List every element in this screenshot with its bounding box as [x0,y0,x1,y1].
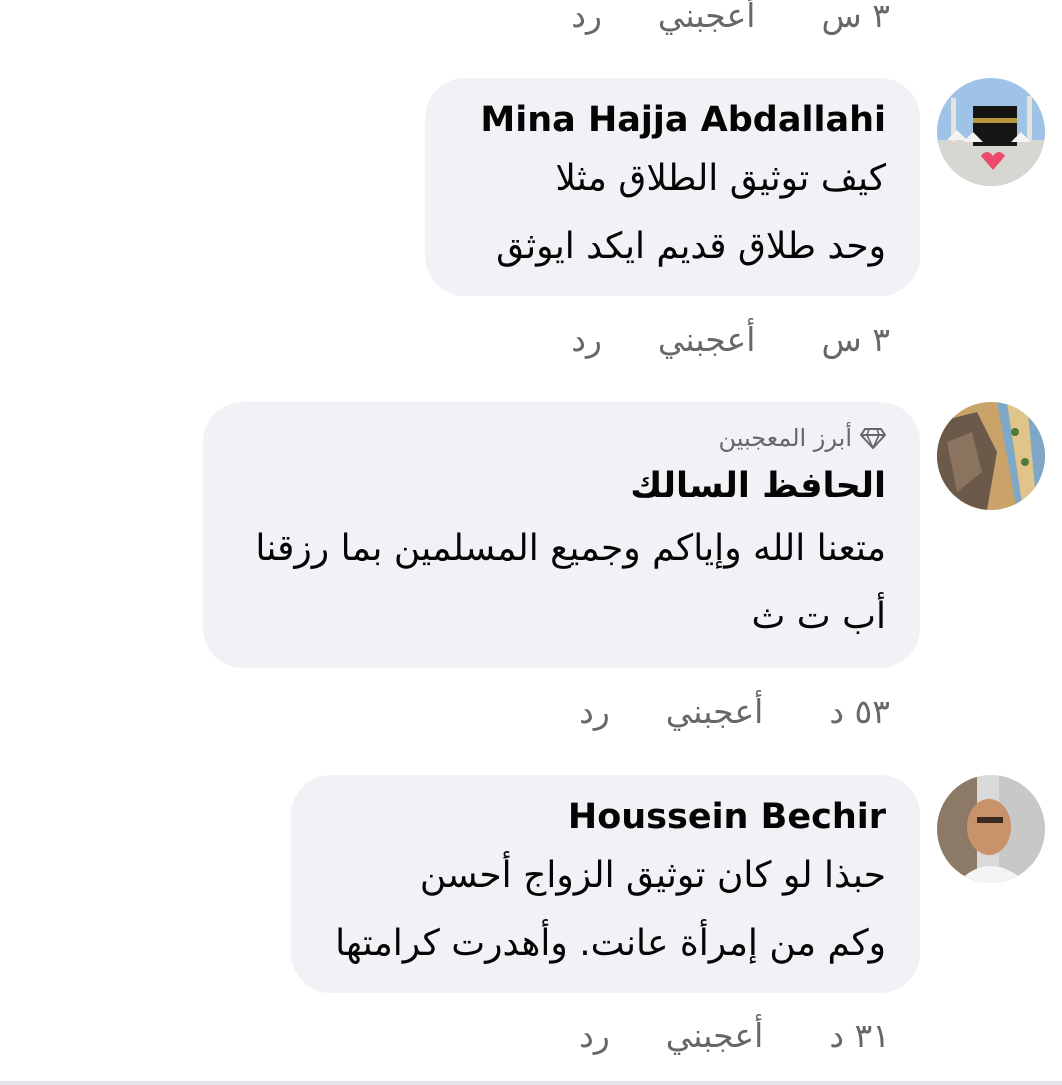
landscape-avatar-icon [937,402,1045,510]
avatar[interactable] [937,775,1045,883]
person-avatar-icon [937,775,1045,883]
kaaba-avatar-icon [937,78,1045,186]
like-link[interactable]: أعجبني [666,1012,764,1060]
reply-link[interactable]: رد [571,316,602,364]
comment-text-line: أب ت ث [751,596,886,637]
badge-label: أبرز المعجبين [718,424,853,452]
comment-bubble: أبرز المعجبين الحافظ السالك متعنا الله و… [203,402,920,668]
avatar[interactable] [937,78,1045,186]
comment-actions: ٣١ د أعجبني رد [579,1012,890,1060]
comment-time: ٥٣ د [829,692,890,731]
comment-text-line: وحد طلاق قديم ايكد ايوثق [496,226,886,267]
comment-actions-previous: ٣ س أعجبني رد [571,0,890,40]
bottom-divider [0,1081,1062,1085]
top-fan-badge: أبرز المعجبين [718,424,886,452]
comment-text-line: كيف توثيق الطلاق مثلا [555,158,886,199]
reply-link[interactable]: رد [571,0,602,40]
reply-link[interactable]: رد [579,1012,610,1060]
comment-bubble: Houssein Bechir حبذا لو كان توثيق الزواج… [291,775,920,993]
comment-bubble: Mina Hajja Abdallahi كيف توثيق الطلاق مث… [425,78,920,296]
commenter-name[interactable]: Houssein Bechir [568,797,886,837]
reply-link[interactable]: رد [579,688,610,736]
comment-text-line: حبذا لو كان توثيق الزواج أحسن [419,855,886,896]
commenter-name[interactable]: Mina Hajja Abdallahi [480,100,886,140]
like-link[interactable]: أعجبني [658,0,756,40]
commenter-name[interactable]: الحافظ السالك [630,466,886,506]
like-link[interactable]: أعجبني [658,316,756,364]
like-link[interactable]: أعجبني [666,688,764,736]
avatar[interactable] [937,402,1045,510]
comment-time: ٣ س [821,0,890,35]
comment-time: ٣١ د [829,1016,890,1055]
diamond-icon [860,428,886,449]
comment-actions: ٥٣ د أعجبني رد [579,688,890,736]
comment-time: ٣ س [821,320,890,359]
comment-text-line: وكم من إمرأة عانت. وأهدرت كرامتها [335,923,886,964]
comment-actions: ٣ س أعجبني رد [571,316,890,364]
comment-text-line: متعنا الله وإياكم وجميع المسلمين بما رزق… [255,528,886,569]
